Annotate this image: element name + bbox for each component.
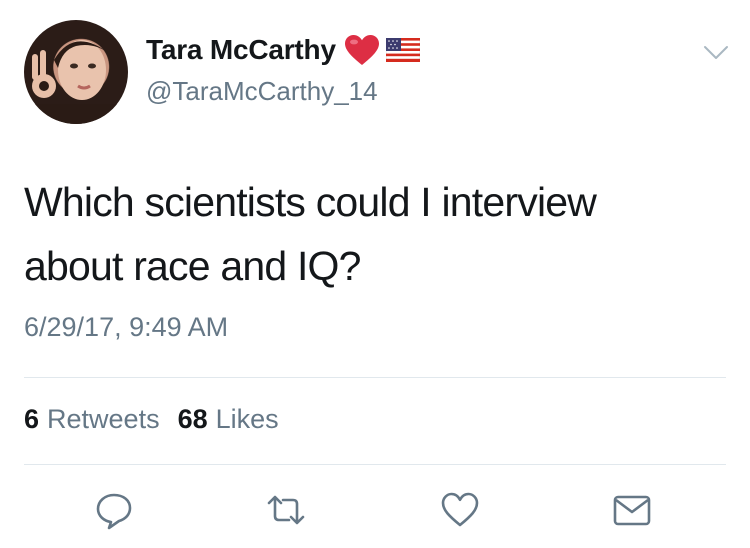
chevron-down-icon[interactable] (703, 44, 729, 62)
tweet-stats: 6 Retweets 68 Likes (24, 404, 279, 435)
author-handle[interactable]: @TaraMcCarthy_14 (146, 76, 378, 107)
tweet-text-line-1: Which scientists could I interview (24, 179, 597, 225)
retweet-button[interactable] (266, 490, 306, 530)
display-name[interactable]: Tara McCarthy (146, 34, 336, 66)
like-icon (441, 492, 479, 527)
retweets-stat[interactable]: 6 Retweets (24, 404, 160, 435)
avatar-image (24, 40, 128, 124)
tweet-text-line-2: about race and IQ? (24, 243, 361, 289)
likes-count: 68 (177, 404, 208, 434)
direct-message-icon (613, 495, 651, 526)
author-name-row[interactable]: Tara McCarthy (146, 34, 421, 66)
us-flag-icon (385, 37, 421, 63)
retweets-count: 6 (24, 404, 40, 434)
like-button[interactable] (440, 490, 480, 530)
tweet-timestamp[interactable]: 6/29/17, 9:49 AM (24, 312, 228, 343)
reply-button[interactable] (94, 490, 134, 530)
direct-message-button[interactable] (612, 490, 652, 530)
divider (24, 377, 726, 378)
avatar[interactable] (24, 20, 128, 124)
tweet-text: Which scientists could I interview about… (24, 170, 724, 298)
likes-label: Likes (215, 404, 279, 434)
retweet-icon (267, 495, 305, 525)
divider (24, 464, 726, 465)
red-heart-icon (344, 34, 380, 66)
likes-stat[interactable]: 68 Likes (178, 404, 279, 435)
reply-icon (96, 493, 132, 530)
retweets-label: Retweets (47, 404, 160, 434)
